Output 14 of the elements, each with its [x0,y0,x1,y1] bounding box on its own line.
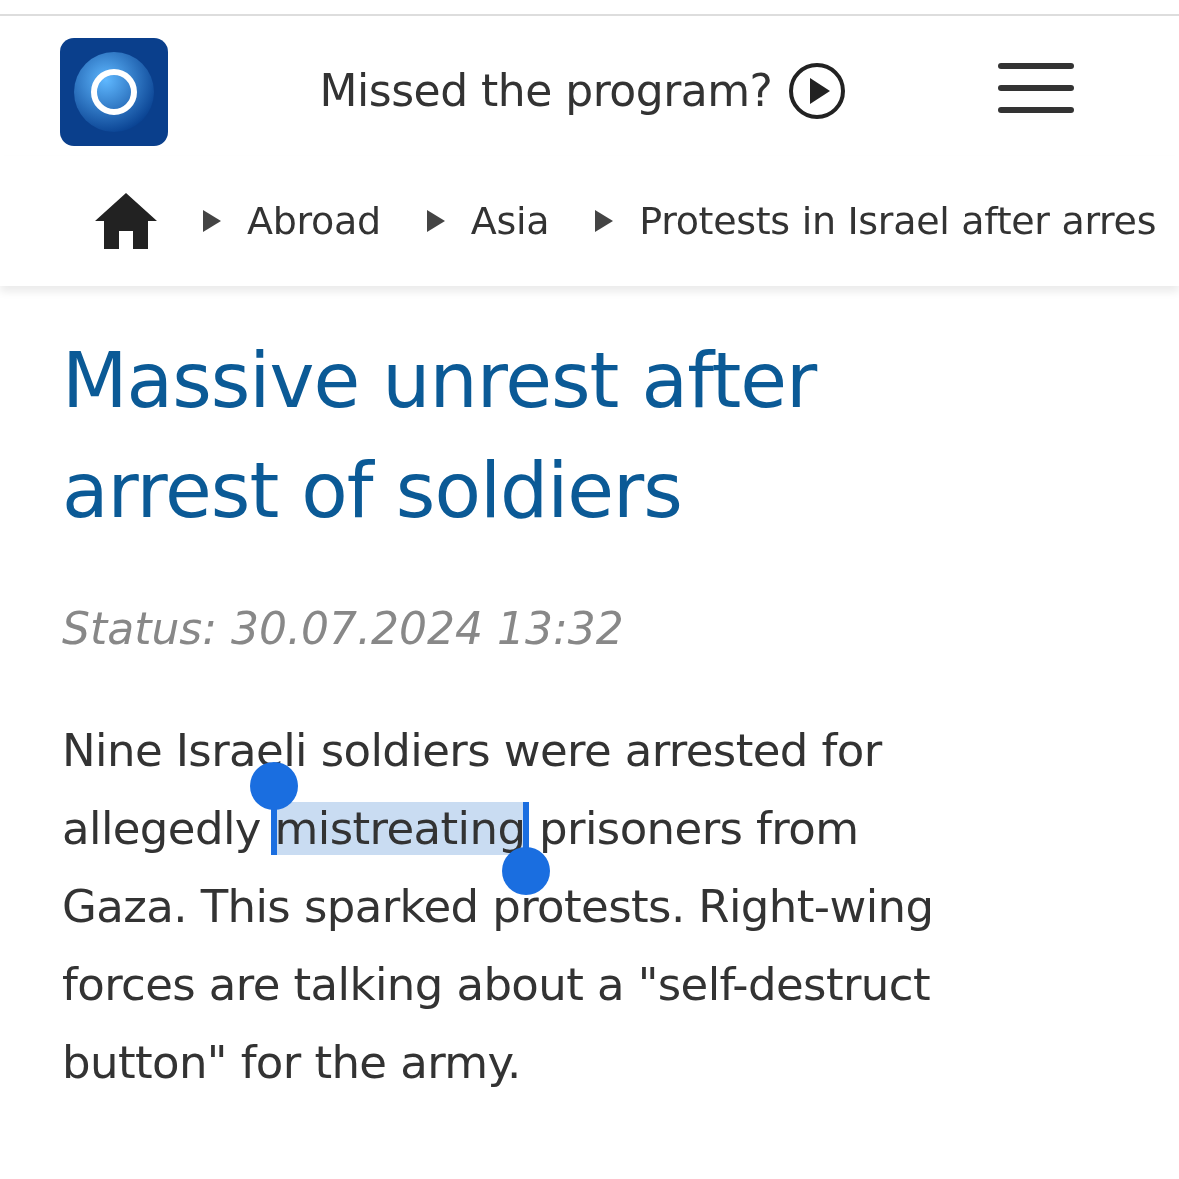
breadcrumb-link[interactable]: Abroad [247,192,381,250]
article-lead: Nine Israeli soldiers were arrested for allegedly mistreating prisoners from Gaza. This sparked protests. Right-wing forces are talking about a "self-destruct button" for the army. [62,723,935,1091]
arrow-icon [426,210,445,232]
arrow-icon [595,210,614,232]
play-icon[interactable] [788,62,847,120]
article-title: Massive unrest after arrest of soldiers [62,335,819,537]
breadcrumb-link[interactable]: Protests in Israel after arres [639,192,1157,250]
arrow-icon [203,210,221,232]
menu-icon[interactable] [998,63,1074,113]
program-link[interactable]: Missed the program? [319,58,773,124]
breadcrumb-link[interactable]: Asia [470,192,550,250]
status-timestamp: Status: 30.07.2024 13:32 [62,602,625,656]
home-icon[interactable] [95,193,157,249]
logo-icon[interactable] [60,38,168,146]
